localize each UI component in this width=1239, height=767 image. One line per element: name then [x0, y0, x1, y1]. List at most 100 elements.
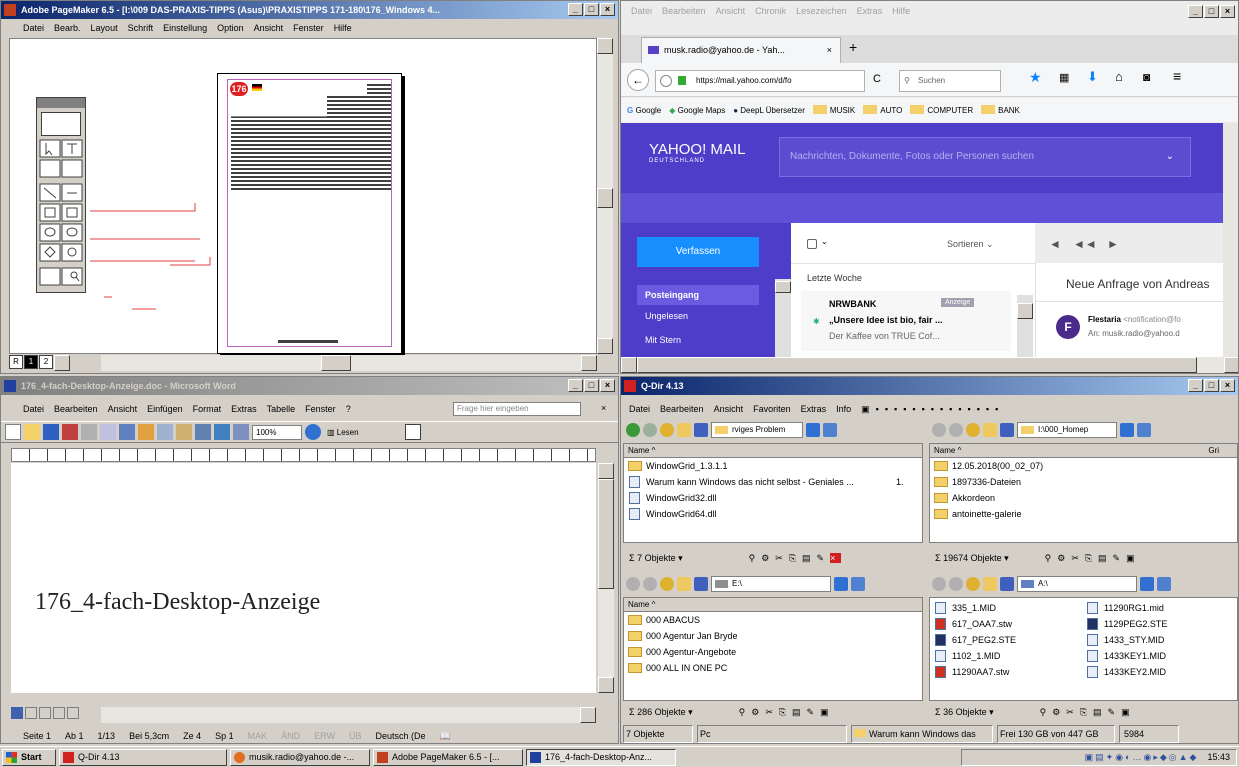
normal-view-icon[interactable] — [11, 707, 23, 719]
url-bar[interactable]: https://mail.yahoo.com/d/fo — [655, 70, 865, 92]
reading-view-icon[interactable] — [67, 707, 79, 719]
forward-icon[interactable] — [949, 577, 963, 591]
start-button[interactable]: Start — [2, 748, 56, 766]
maximize-button[interactable]: □ — [584, 3, 599, 16]
save-icon[interactable] — [43, 424, 59, 440]
maximize-button[interactable]: □ — [1204, 5, 1219, 18]
table-icon[interactable] — [233, 424, 249, 440]
qdir-titlebar[interactable]: Q-Dir 4.13 _ □ × — [621, 377, 1238, 395]
up-icon[interactable] — [966, 423, 980, 437]
menu-item[interactable]: Schrift — [128, 20, 154, 36]
back-icon[interactable] — [932, 577, 946, 591]
page-hscrollbar[interactable] — [621, 357, 1238, 373]
new-icon[interactable] — [5, 424, 21, 440]
pane-tool-icons[interactable]: ⚲⚙✂⎘▤✎▣ — [739, 703, 835, 721]
history-icon[interactable] — [1120, 423, 1134, 437]
column-header-name[interactable]: Name ^ — [624, 444, 922, 458]
read-button[interactable]: ▥ Lesen — [324, 428, 362, 437]
filter-icon[interactable] — [1157, 577, 1171, 591]
menu-item[interactable]: Ansicht — [254, 20, 284, 36]
hyperlink-icon[interactable] — [214, 424, 230, 440]
yahoo-search-input[interactable]: Nachrichten, Dokumente, Fotos oder Perso… — [779, 137, 1191, 177]
close-button[interactable]: × — [1220, 379, 1235, 392]
bl-path-combo[interactable]: E:\ — [711, 576, 831, 592]
bookmark-deepl[interactable]: ● DeepL Übersetzer — [733, 106, 805, 115]
page-tab[interactable]: R — [9, 355, 23, 369]
minimize-button[interactable]: _ — [1188, 379, 1203, 392]
close-button[interactable]: × — [600, 3, 615, 16]
menu-item[interactable]: Fenster — [305, 401, 336, 417]
paste-icon[interactable] — [176, 424, 192, 440]
status-count[interactable]: Σ 36 Objekte ▾ — [935, 703, 994, 721]
preview-icon[interactable] — [100, 424, 116, 440]
zoom-combo[interactable]: 100% — [252, 424, 302, 440]
bookmark-google[interactable]: G Google — [627, 106, 661, 115]
menu-item[interactable]: Ansicht — [716, 3, 746, 19]
menu-item[interactable]: Tabelle — [267, 401, 296, 417]
bookmark-folder-computer[interactable]: COMPUTER — [910, 105, 973, 115]
filter-icon[interactable] — [1137, 423, 1151, 437]
help-icon[interactable] — [305, 424, 321, 440]
sidebar-item-starred[interactable]: Mit Stern — [645, 335, 681, 345]
scroll-left-arrow[interactable] — [54, 355, 70, 371]
menu-item[interactable]: Hilfe — [334, 20, 352, 36]
pagemaker-canvas[interactable]: 176 — [9, 38, 597, 354]
close-icon[interactable]: × — [830, 553, 842, 563]
up-icon[interactable] — [966, 577, 980, 591]
yahoo-logo[interactable]: YAHOO! MAIL DEUTSCHLAND — [649, 141, 745, 164]
help-input[interactable]: Frage hier eingeben — [453, 402, 581, 416]
close-tab-icon[interactable]: × — [827, 38, 832, 62]
menu-item[interactable]: Datei — [629, 401, 650, 417]
page-scrollbar[interactable] — [1223, 123, 1238, 357]
menu-item[interactable]: Extras — [801, 401, 827, 417]
document-page[interactable]: 176 — [217, 73, 402, 354]
pocket-icon[interactable]: ◙ — [1143, 70, 1150, 84]
search-bar[interactable]: ⚲ Suchen — [899, 70, 1001, 92]
open-icon[interactable] — [24, 424, 40, 440]
list-item[interactable]: 1129PEG2.STE — [1082, 616, 1232, 632]
tray-icons[interactable]: ▣▤✦◉◐…◉▸◆◎▲◆ — [1085, 752, 1199, 763]
view-icon[interactable] — [1000, 577, 1014, 591]
menu-item[interactable]: Datei — [23, 20, 44, 36]
pagemaker-titlebar[interactable]: Adobe PageMaker 6.5 - [I:\009 DAS-PRAXIS… — [1, 1, 618, 19]
minimize-button[interactable]: _ — [568, 3, 583, 16]
menu-item[interactable]: Fenster — [293, 20, 324, 36]
menu-item[interactable]: Datei — [631, 3, 652, 19]
list-item[interactable]: Akkordeon — [930, 490, 1237, 506]
history-icon[interactable] — [806, 423, 820, 437]
bookmark-folder-bank[interactable]: BANK — [981, 105, 1020, 115]
document-area[interactable]: 176_4-fach-Desktop-Anzeige — [11, 463, 596, 693]
list-item[interactable]: 1433KEY2.MID — [1082, 664, 1232, 680]
menu-icon[interactable]: ≡ — [1173, 68, 1181, 84]
list-item[interactable]: WindowGrid_1.3.1.1 — [624, 458, 922, 474]
list-item[interactable]: 12.05.2018(00_02_07) — [930, 458, 1237, 474]
page-tab[interactable]: 2 — [39, 355, 53, 369]
menu-item[interactable]: Favoriten — [753, 401, 791, 417]
close-button[interactable]: × — [1220, 5, 1235, 18]
list-item[interactable]: WindowGrid64.dll — [624, 506, 922, 522]
br-path-combo[interactable]: A:\ — [1017, 576, 1137, 592]
list-item[interactable]: antoinette-galerie — [930, 506, 1237, 522]
back-button[interactable]: ← — [627, 69, 649, 91]
browser-tab[interactable]: musk.radio@yahoo.de - Yah... × — [641, 37, 841, 63]
info-icon[interactable] — [660, 75, 672, 87]
minimize-button[interactable]: _ — [568, 379, 583, 392]
list-item[interactable]: 335_1.MID — [930, 600, 1080, 616]
menu-item[interactable]: Hilfe — [892, 3, 910, 19]
spelling-icon[interactable] — [119, 424, 135, 440]
list-item[interactable]: WindowGrid32.dll — [624, 490, 922, 506]
list-item[interactable]: 1102_1.MID — [930, 648, 1080, 664]
library-icon[interactable]: ▦ — [1059, 71, 1069, 84]
view-icon[interactable] — [694, 577, 708, 591]
clock[interactable]: 15:43 — [1207, 752, 1230, 762]
menu-item[interactable]: Bearbeiten — [54, 401, 98, 417]
up-icon[interactable] — [660, 423, 674, 437]
sidebar-item-inbox[interactable]: Posteingang — [637, 285, 759, 305]
menu-item[interactable]: Einfügen — [147, 401, 183, 417]
list-item[interactable]: 000 Agentur Jan Bryde — [624, 628, 922, 644]
list-item[interactable]: 1433_STY.MID — [1082, 632, 1232, 648]
history-icon[interactable] — [1140, 577, 1154, 591]
chevron-down-icon[interactable]: ⌄ — [821, 237, 828, 246]
list-item[interactable]: 000 ALL IN ONE PC — [624, 660, 922, 676]
tl-path-combo[interactable]: rviges Problem — [711, 422, 803, 438]
